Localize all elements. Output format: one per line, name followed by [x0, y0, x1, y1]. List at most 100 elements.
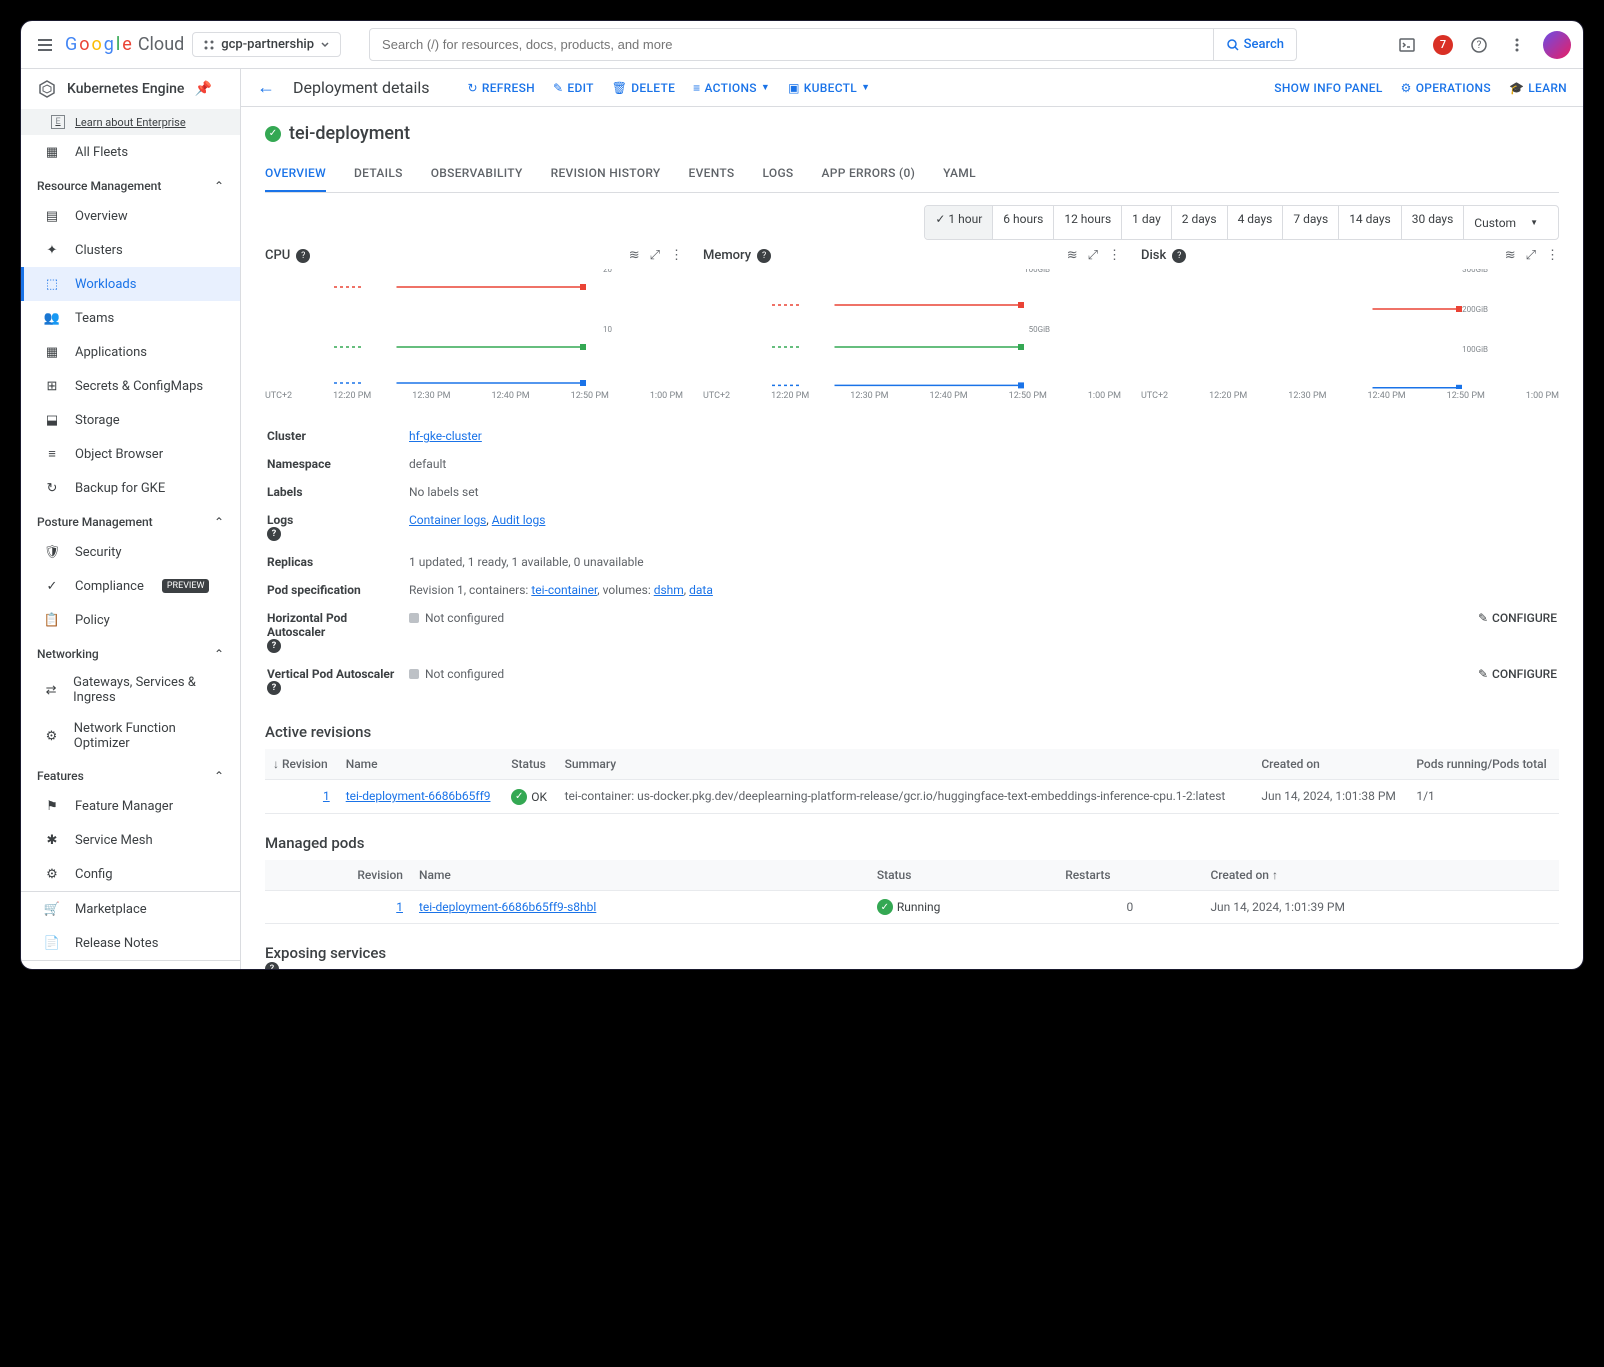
chart-memory: Memory?≋⤢⋮50GiB100GiBUTC+212:20 PM12:30 …: [703, 248, 1121, 401]
time-range-option[interactable]: 4 days: [1228, 206, 1284, 239]
help-icon[interactable]: ?: [296, 249, 310, 263]
sidebar: Kubernetes Engine 📌 ELearn about Enterpr…: [21, 69, 241, 969]
time-range-option[interactable]: 1 hour: [925, 206, 993, 239]
tab-details[interactable]: DETAILS: [354, 156, 403, 192]
sidebar-item-storage[interactable]: ⬓Storage: [21, 403, 240, 437]
enterprise-banner[interactable]: ELearn about Enterprise: [21, 109, 240, 135]
more-icon[interactable]: [1505, 33, 1529, 57]
time-range-option[interactable]: 1 day: [1122, 206, 1172, 239]
sidebar-item-secrets[interactable]: ⊞Secrets & ConfigMaps: [21, 369, 240, 403]
edit-button[interactable]: ✎ Edit: [553, 81, 594, 95]
sidebar-item-backup[interactable]: ↻Backup for GKE: [21, 471, 240, 505]
back-icon[interactable]: ←: [257, 77, 275, 98]
section-features[interactable]: Features⌃: [21, 759, 240, 789]
chart-cpu: CPU?≋⤢⋮1020UTC+212:20 PM12:30 PM12:40 PM…: [265, 248, 683, 401]
revision-link[interactable]: tei-deployment-6686b65ff9: [346, 789, 491, 803]
configure-vpa-button[interactable]: ✎ CONFIGURE: [1478, 667, 1557, 681]
chart-legend-icon[interactable]: ≋: [1505, 248, 1516, 263]
menu-icon[interactable]: [33, 33, 57, 57]
sidebar-item-object-browser[interactable]: ≡Object Browser: [21, 437, 240, 471]
chart-legend-icon[interactable]: ≋: [1067, 248, 1078, 263]
time-range-option[interactable]: 14 days: [1339, 206, 1402, 239]
time-range-option[interactable]: Custom ▼: [1464, 206, 1558, 239]
notification-badge[interactable]: 7: [1433, 35, 1453, 55]
chart-expand-icon[interactable]: ⤢: [1088, 248, 1098, 263]
audit-logs-link[interactable]: Audit logs: [492, 513, 546, 527]
refresh-button[interactable]: ↻ Refresh: [467, 81, 535, 95]
time-range-picker: 1 hour6 hours12 hours1 day2 days4 days7 …: [924, 205, 1559, 240]
sidebar-item-clusters[interactable]: ✦Clusters: [21, 233, 240, 267]
chart-more-icon[interactable]: ⋮: [670, 248, 683, 263]
tab-revision-history[interactable]: REVISION HISTORY: [551, 156, 661, 192]
avatar[interactable]: [1543, 31, 1571, 59]
time-range-option[interactable]: 7 days: [1283, 206, 1339, 239]
time-range-option[interactable]: 2 days: [1172, 206, 1228, 239]
section-networking[interactable]: Networking⌃: [21, 637, 240, 667]
sidebar-item-fleets[interactable]: ▦All Fleets: [21, 135, 240, 169]
help-icon[interactable]: ?: [1467, 33, 1491, 57]
table-row: 1tei-deployment-6686b65ff9-s8hbl✓ Runnin…: [265, 890, 1559, 924]
learn-button[interactable]: 🎓 Learn: [1509, 81, 1567, 95]
sidebar-item-config[interactable]: ⚙Config: [21, 857, 240, 891]
section-resource[interactable]: Resource Management⌃: [21, 169, 240, 199]
pod-link[interactable]: tei-deployment-6686b65ff9-s8hbl: [419, 900, 596, 914]
kubectl-button[interactable]: ▣ Kubectl ▼: [788, 81, 870, 95]
pods-heading: Managed pods: [265, 834, 1559, 852]
sidebar-item-gateways[interactable]: ⇄Gateways, Services & Ingress: [21, 667, 240, 713]
time-range-option[interactable]: 6 hours: [993, 206, 1054, 239]
sidebar-release-notes[interactable]: 📄Release Notes: [21, 926, 240, 960]
help-icon[interactable]: ?: [267, 527, 281, 541]
sidebar-item-teams[interactable]: 👥Teams: [21, 301, 240, 335]
sidebar-item-compliance[interactable]: ✓CompliancePREVIEW: [21, 569, 240, 603]
show-info-button[interactable]: Show Info Panel: [1274, 81, 1382, 95]
sidebar-item-feature-manager[interactable]: ⚑Feature Manager: [21, 789, 240, 823]
sidebar-item-service-mesh[interactable]: ✱Service Mesh: [21, 823, 240, 857]
time-range-option[interactable]: 12 hours: [1054, 206, 1122, 239]
time-range-option[interactable]: 30 days: [1402, 206, 1465, 239]
sidebar-item-workloads[interactable]: ⬚Workloads: [21, 267, 240, 301]
tab-logs[interactable]: LOGS: [762, 156, 793, 192]
operations-button[interactable]: ⚙ Operations: [1401, 81, 1491, 95]
sidebar-item-nfo[interactable]: ⚙Network Function Optimizer: [21, 713, 240, 759]
chart-more-icon[interactable]: ⋮: [1108, 248, 1121, 263]
help-icon[interactable]: ?: [267, 681, 281, 695]
collapse-sidebar-icon[interactable]: ‹: [21, 960, 240, 969]
tab-events[interactable]: EVENTS: [689, 156, 735, 192]
svg-text:20: 20: [603, 269, 612, 274]
help-icon[interactable]: ?: [267, 639, 281, 653]
pin-icon[interactable]: 📌: [194, 81, 211, 97]
configure-hpa-button[interactable]: ✎ CONFIGURE: [1478, 611, 1557, 625]
actions-button[interactable]: ≡ Actions ▼: [693, 81, 770, 95]
chart-more-icon[interactable]: ⋮: [1546, 248, 1559, 263]
help-icon[interactable]: ?: [1172, 249, 1186, 263]
tab-overview[interactable]: OVERVIEW: [265, 156, 326, 192]
volume-dshm-link[interactable]: dshm: [654, 583, 684, 597]
chart-legend-icon[interactable]: ≋: [629, 248, 640, 263]
help-icon[interactable]: ?: [757, 249, 771, 263]
container-logs-link[interactable]: Container logs: [409, 513, 486, 527]
logo[interactable]: GoogleCloud: [65, 34, 184, 55]
chart-expand-icon[interactable]: ⤢: [650, 248, 660, 263]
container-link[interactable]: tei-container: [531, 583, 597, 597]
delete-button[interactable]: 🗑 Delete: [612, 81, 675, 95]
tab-app-errors-[interactable]: APP ERRORS (0): [821, 156, 915, 192]
sidebar-marketplace[interactable]: 🛒Marketplace: [21, 892, 240, 926]
cluster-link[interactable]: hf-gke-cluster: [409, 429, 482, 443]
volume-data-link[interactable]: data: [689, 583, 713, 597]
project-picker[interactable]: gcp-partnership: [192, 32, 341, 57]
section-posture[interactable]: Posture Management⌃: [21, 505, 240, 535]
sidebar-item-policy[interactable]: 📋Policy: [21, 603, 240, 637]
sidebar-item-overview[interactable]: ▤Overview: [21, 199, 240, 233]
project-name: gcp-partnership: [221, 37, 314, 52]
cloudshell-icon[interactable]: [1395, 33, 1419, 57]
sidebar-item-applications[interactable]: ▦Applications: [21, 335, 240, 369]
deployment-title: ✓ tei-deployment: [265, 123, 1559, 144]
help-icon[interactable]: ?: [265, 962, 279, 969]
chart-expand-icon[interactable]: ⤢: [1526, 248, 1536, 263]
tab-yaml[interactable]: YAML: [943, 156, 976, 192]
tab-observability[interactable]: OBSERVABILITY: [431, 156, 523, 192]
search-input[interactable]: [369, 28, 1214, 61]
sidebar-item-security[interactable]: 🛡Security: [21, 535, 240, 569]
search-button[interactable]: Search: [1214, 28, 1297, 61]
tabs: OVERVIEW DETAILS OBSERVABILITY REVISION HIS…: [265, 156, 1559, 193]
